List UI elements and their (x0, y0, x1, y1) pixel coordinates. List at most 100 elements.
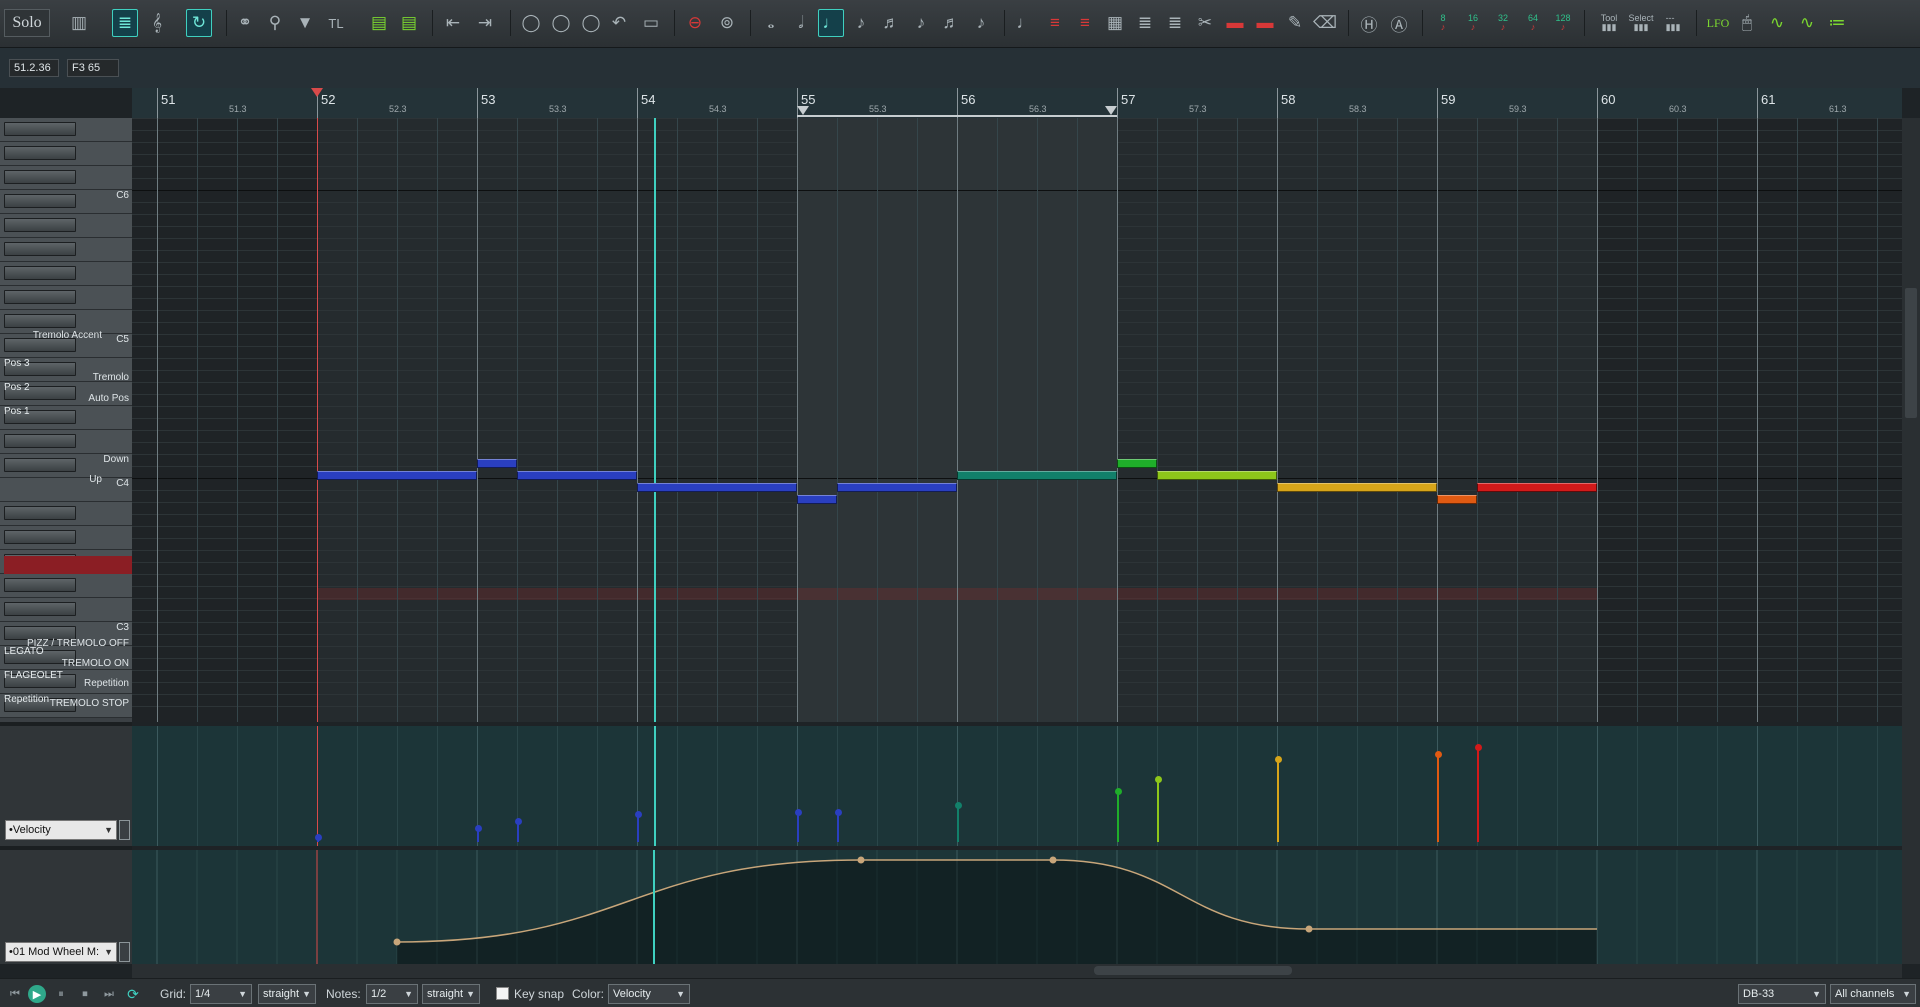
quantize-icon[interactable]: ≡ (1042, 9, 1068, 37)
pause-icon[interactable]: ⏸ (52, 985, 70, 1003)
velocity-handle[interactable] (794, 809, 802, 817)
velocity-stem[interactable] (1117, 790, 1119, 842)
black-key[interactable] (4, 242, 76, 256)
nudge-right-icon[interactable]: ⇥ (472, 9, 498, 37)
midi-note[interactable] (1477, 483, 1597, 492)
text-events-button[interactable]: TL (320, 9, 352, 37)
solo-button[interactable]: Solo (4, 9, 50, 37)
piano-roll-icon[interactable]: ▥ (66, 9, 92, 37)
velocity-stem[interactable] (1157, 778, 1159, 842)
grid-select[interactable]: 1/4 ▼ (190, 984, 252, 1004)
velocity-lane-toggle[interactable] (119, 820, 130, 840)
velocity-handle[interactable] (834, 809, 842, 817)
eraser-icon[interactable]: ⌫ (1312, 9, 1338, 37)
black-key[interactable] (4, 266, 76, 280)
midi-note[interactable] (317, 471, 477, 480)
midi-note[interactable] (477, 459, 517, 468)
zoom-out-icon[interactable]: ◯ (548, 9, 574, 37)
midi-note[interactable] (957, 471, 1117, 480)
legato-icon[interactable]: ≡ (1072, 9, 1098, 37)
black-key[interactable] (4, 506, 76, 520)
tool-bars-icon[interactable]: Tool ▮▮▮ (1594, 9, 1624, 37)
piano-key[interactable] (0, 502, 132, 526)
loop-icon[interactable]: ↻ (186, 9, 212, 37)
black-key[interactable] (4, 146, 76, 160)
velocity-handle[interactable] (1154, 775, 1162, 783)
midi-note[interactable] (837, 483, 957, 492)
notes-select[interactable]: 1/2 ▼ (366, 984, 418, 1004)
highlighted-key[interactable] (4, 556, 132, 574)
glue-icon[interactable]: ▬ (1222, 9, 1248, 37)
skip-forward-icon[interactable]: ⏭ (100, 985, 118, 1003)
velocity-64-button[interactable]: 64 ♪ (1518, 9, 1548, 37)
velocity-stem[interactable] (837, 812, 839, 842)
piano-key[interactable] (0, 526, 132, 550)
velocity-8-button[interactable]: 8 ♪ (1428, 9, 1458, 37)
velocity-handle[interactable] (1434, 750, 1442, 758)
vertical-scroll-thumb[interactable] (1905, 288, 1917, 418)
paste-tracks-icon[interactable]: ▤ (396, 9, 422, 37)
piano-key[interactable] (0, 574, 132, 598)
black-key[interactable] (4, 602, 76, 616)
midi-note[interactable] (1277, 483, 1437, 492)
horizontal-scroll-thumb[interactable] (1094, 966, 1292, 975)
loop-start-marker[interactable] (797, 106, 809, 115)
piano-keyboard[interactable]: C6 C5 C4 C3 Tremolo Accent Tremolo Auto Pos Dow… (0, 118, 132, 722)
cut-icon[interactable]: ✂ (1192, 9, 1218, 37)
channel-select[interactable]: All channels ▼ (1830, 984, 1916, 1004)
velocity-handle[interactable] (1274, 756, 1282, 764)
velocity-handle[interactable] (634, 810, 642, 818)
link-icon[interactable]: ⚭ (232, 9, 258, 37)
velocity-stem[interactable] (1437, 753, 1439, 842)
align-icon[interactable]: ≣ (1132, 9, 1158, 37)
named-notes-icon[interactable]: ≣ (112, 9, 138, 37)
midi-note[interactable] (797, 495, 837, 504)
pencil-icon[interactable]: ✎ (1282, 9, 1308, 37)
note-sixteenth-icon[interactable]: ♬ (878, 9, 904, 37)
velocity-stem[interactable] (1477, 746, 1479, 842)
list-edit-icon[interactable]: ≔ (1824, 9, 1850, 37)
note-eighth-icon[interactable]: ♪ (848, 9, 874, 37)
velocity-stem[interactable] (637, 813, 639, 842)
key-snap-checkbox[interactable] (496, 987, 509, 1000)
note-whole-icon[interactable]: 𝅝 (758, 9, 784, 37)
loop-end-marker[interactable] (1105, 106, 1117, 115)
zoom-in-icon[interactable]: ◯ (518, 9, 544, 37)
notation-icon[interactable]: 𝄞 (144, 9, 170, 37)
note-grid[interactable] (132, 118, 1902, 722)
velocity-lane[interactable] (132, 726, 1902, 846)
velocity-stem[interactable] (797, 812, 799, 842)
cc-point[interactable] (857, 856, 865, 864)
black-key[interactable] (4, 122, 76, 136)
humanize-icon[interactable]: Ⓗ (1356, 9, 1382, 37)
zoom-tool-icon[interactable]: ⊚ (714, 9, 740, 37)
piano-key[interactable] (0, 286, 132, 310)
filter-icon[interactable]: ▼ (292, 9, 318, 37)
step-input-icon[interactable]: ⚲ (262, 9, 288, 37)
split-icon[interactable]: ▬ (1252, 9, 1278, 37)
velocity-lane-select[interactable]: •Velocity ▼ (5, 820, 117, 840)
note-half-icon[interactable]: 𝅗𝅥 (788, 9, 814, 37)
black-key[interactable] (4, 578, 76, 592)
black-key[interactable] (4, 458, 76, 472)
copy-tracks-icon[interactable]: ▤ (366, 9, 392, 37)
velocity-128-button[interactable]: 128 ♪ (1548, 9, 1578, 37)
piano-key[interactable] (0, 190, 132, 214)
black-key[interactable] (4, 434, 76, 448)
piano-key[interactable] (0, 214, 132, 238)
cc-lane[interactable] (132, 850, 1902, 964)
velocity-handle[interactable] (314, 833, 322, 841)
velocity-handle[interactable] (1114, 787, 1122, 795)
fit-window-icon[interactable]: ▭ (638, 9, 664, 37)
black-key[interactable] (4, 290, 76, 304)
zoom-fit-icon[interactable]: ◯ (578, 9, 604, 37)
black-key[interactable] (4, 530, 76, 544)
timeline-ruler[interactable]: 51 51.3 52 52.3 53 53.3 54 54.3 55 55.3 56 56.3 57 57… (132, 88, 1902, 118)
midi-note[interactable] (1117, 459, 1157, 468)
piano-key[interactable] (0, 118, 132, 142)
grid-snap-icon[interactable]: ▦ (1102, 9, 1128, 37)
note-quarter-icon[interactable]: ♩ (818, 9, 844, 37)
velocity-handle[interactable] (474, 824, 482, 832)
velocity-stem[interactable] (1277, 759, 1279, 842)
play-icon[interactable]: ▶ (28, 985, 46, 1003)
